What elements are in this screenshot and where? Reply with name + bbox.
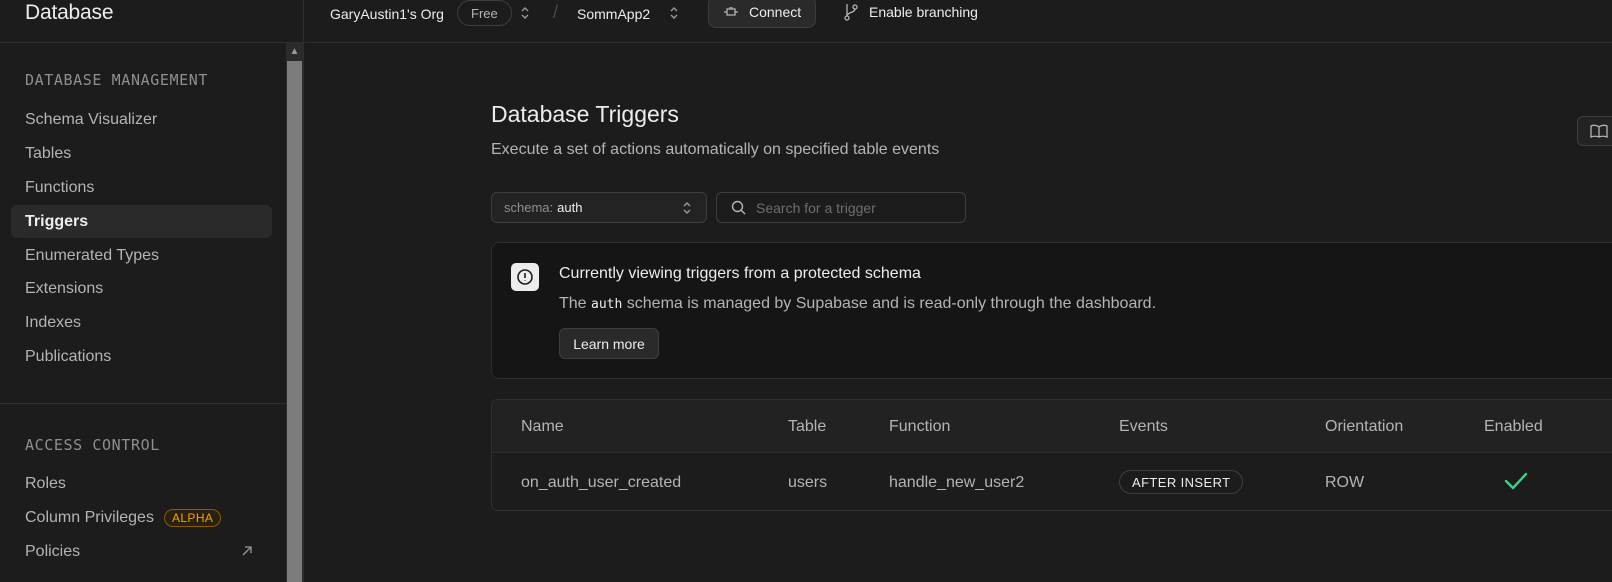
external-link-icon — [242, 546, 252, 556]
sidebar: Database DATABASE MANAGEMENT Schema Visu… — [0, 0, 304, 582]
sidebar-item-label: Policies — [25, 542, 81, 560]
section-label-access-control: ACCESS CONTROL — [25, 436, 160, 454]
learn-more-button[interactable]: Learn more — [559, 328, 659, 359]
cell-orientation: ROW — [1325, 474, 1365, 491]
branching-label: Enable branching — [869, 4, 978, 20]
sidebar-item-label: Indexes — [25, 313, 82, 331]
sidebar-item-roles[interactable]: Roles — [11, 467, 272, 500]
schema-select-label: schema: — [504, 200, 554, 215]
enable-branching-button[interactable]: Enable branching — [843, 3, 978, 21]
project-selector[interactable]: SommApp2 — [577, 0, 650, 27]
sidebar-item-label: Schema Visualizer — [25, 110, 158, 128]
schema-select-value: auth — [557, 200, 583, 215]
alert-body-prefix: The — [559, 295, 592, 312]
sidebar-item-triggers[interactable]: Triggers — [11, 205, 272, 238]
sidebar-item-column-privileges[interactable]: Column Privileges ALPHA — [11, 501, 272, 534]
column-header-function[interactable]: Function — [889, 418, 950, 436]
column-header-table[interactable]: Table — [788, 418, 826, 436]
sidebar-title: Database — [25, 1, 114, 24]
table-header: Name Table Function Events Orientation E… — [492, 400, 1612, 453]
plan-badge: Free — [457, 0, 512, 26]
sidebar-item-tables[interactable]: Tables — [11, 137, 272, 170]
column-header-enabled[interactable]: Enabled — [1484, 418, 1543, 436]
sidebar-item-label: Triggers — [25, 212, 89, 230]
page-title: Database Triggers — [491, 101, 679, 127]
section-label-database-management: DATABASE MANAGEMENT — [25, 71, 208, 89]
topbar: GaryAustin1's Org Free / SommApp2 Connec… — [305, 0, 1612, 43]
sidebar-item-label: Extensions — [25, 279, 104, 297]
sidebar-item-schema-visualizer[interactable]: Schema Visualizer — [11, 103, 272, 136]
alert-body-suffix: schema is managed by Supabase and is rea… — [622, 295, 1157, 312]
alert-body-code: auth — [591, 297, 623, 312]
connect-button[interactable]: Connect — [708, 0, 816, 28]
sidebar-nav: DATABASE MANAGEMENT Schema Visualizer Ta… — [0, 43, 286, 582]
org-chevron-up-down-icon[interactable] — [520, 5, 530, 21]
alert-circle-icon — [511, 263, 539, 291]
search-input[interactable] — [756, 199, 956, 216]
breadcrumb-separator: / — [553, 2, 559, 22]
alert-body: The auth schema is managed by Supabase a… — [559, 295, 1156, 313]
sidebar-divider — [0, 403, 286, 404]
cell-name: on_auth_user_created — [521, 474, 682, 491]
sidebar-item-publications[interactable]: Publications — [11, 340, 272, 373]
org-name: GaryAustin1's Org — [330, 5, 444, 22]
cell-table: users — [788, 474, 828, 491]
org-selector[interactable]: GaryAustin1's Org — [330, 0, 444, 27]
schema-select[interactable]: schema: auth — [491, 192, 707, 223]
project-chevron-up-down-icon[interactable] — [669, 5, 679, 21]
sidebar-item-label: Tables — [25, 144, 72, 162]
sidebar-item-policies[interactable]: Policies — [11, 535, 272, 568]
triggers-table: Name Table Function Events Orientation E… — [491, 399, 1612, 511]
event-badge: AFTER INSERT — [1119, 470, 1244, 494]
cell-function: handle_new_user2 — [889, 474, 1025, 491]
sidebar-item-label: Column Privileges — [25, 508, 154, 526]
sidebar-item-label: Enumerated Types — [25, 246, 160, 264]
sidebar-item-label: Roles — [25, 474, 66, 492]
sidebar-item-label: Functions — [25, 178, 95, 196]
alert-title: Currently viewing triggers from a protec… — [559, 265, 921, 282]
protected-schema-alert: Currently viewing triggers from a protec… — [491, 242, 1612, 379]
app-root: Database DATABASE MANAGEMENT Schema Visu… — [0, 0, 1612, 582]
sidebar-item-label: Publications — [25, 347, 112, 365]
check-icon — [1504, 472, 1528, 490]
page-subtitle: Execute a set of actions automatically o… — [491, 141, 940, 158]
chevron-up-down-icon — [683, 202, 691, 214]
table-row[interactable]: on_auth_user_created users handle_new_us… — [492, 453, 1612, 510]
alpha-badge: ALPHA — [163, 508, 222, 527]
column-header-name[interactable]: Name — [521, 418, 564, 436]
git-branch-icon — [844, 4, 858, 21]
connect-label: Connect — [749, 4, 802, 20]
sidebar-item-functions[interactable]: Functions — [11, 171, 272, 204]
sidebar-item-extensions[interactable]: Extensions — [11, 272, 272, 305]
column-header-events[interactable]: Events — [1119, 418, 1168, 436]
column-header-orientation[interactable]: Orientation — [1325, 418, 1403, 436]
scroll-up-arrow-icon[interactable]: ▲ — [286, 43, 303, 60]
docs-button[interactable] — [1577, 116, 1612, 146]
sidebar-header: Database — [0, 0, 303, 43]
project-name: SommApp2 — [577, 5, 651, 22]
book-open-icon — [1590, 124, 1608, 138]
sidebar-scrollbar-thumb[interactable] — [287, 61, 302, 582]
plug-icon — [724, 7, 738, 16]
sidebar-item-enumerated-types[interactable]: Enumerated Types — [11, 239, 272, 272]
search-icon — [731, 200, 746, 215]
sidebar-item-indexes[interactable]: Indexes — [11, 306, 272, 339]
trigger-search[interactable] — [716, 192, 966, 223]
